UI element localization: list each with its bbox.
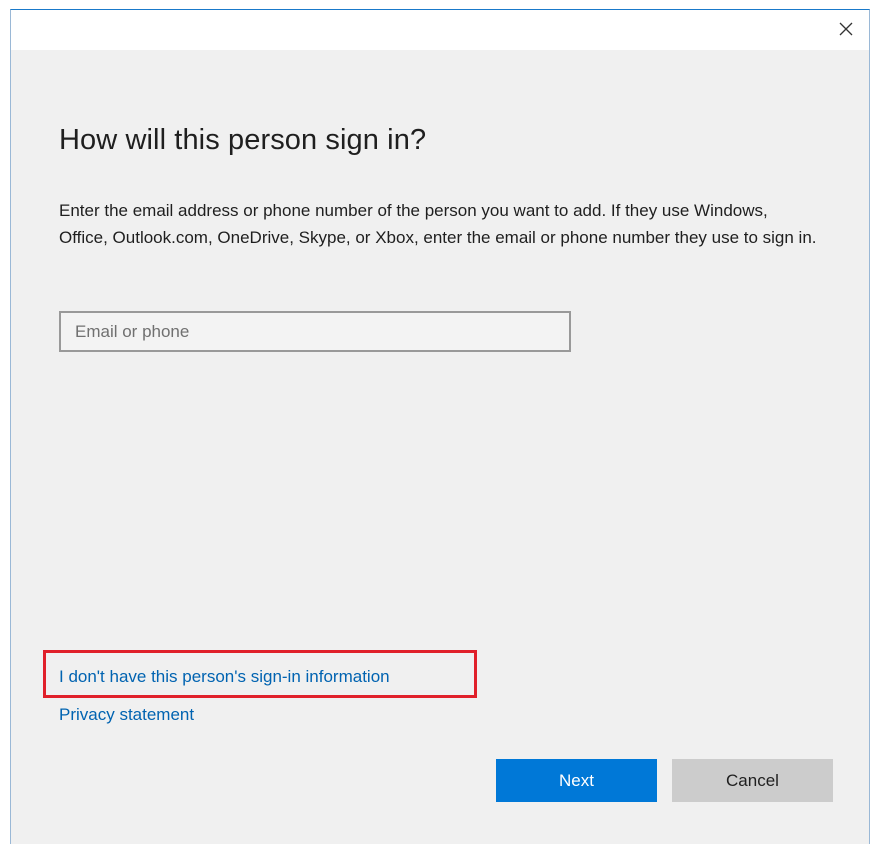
title-bar (11, 10, 869, 50)
privacy-statement-link[interactable]: Privacy statement (59, 705, 194, 725)
page-title: How will this person sign in? (59, 124, 427, 156)
cancel-button[interactable]: Cancel (672, 759, 833, 802)
no-signin-info-link[interactable]: I don't have this person's sign-in infor… (59, 667, 390, 687)
add-user-dialog: How will this person sign in? Enter the … (10, 9, 870, 844)
email-or-phone-input[interactable] (59, 311, 571, 352)
close-button[interactable] (831, 14, 861, 44)
close-icon (839, 22, 853, 36)
instructions-text: Enter the email address or phone number … (59, 201, 817, 247)
next-button[interactable]: Next (496, 759, 657, 802)
